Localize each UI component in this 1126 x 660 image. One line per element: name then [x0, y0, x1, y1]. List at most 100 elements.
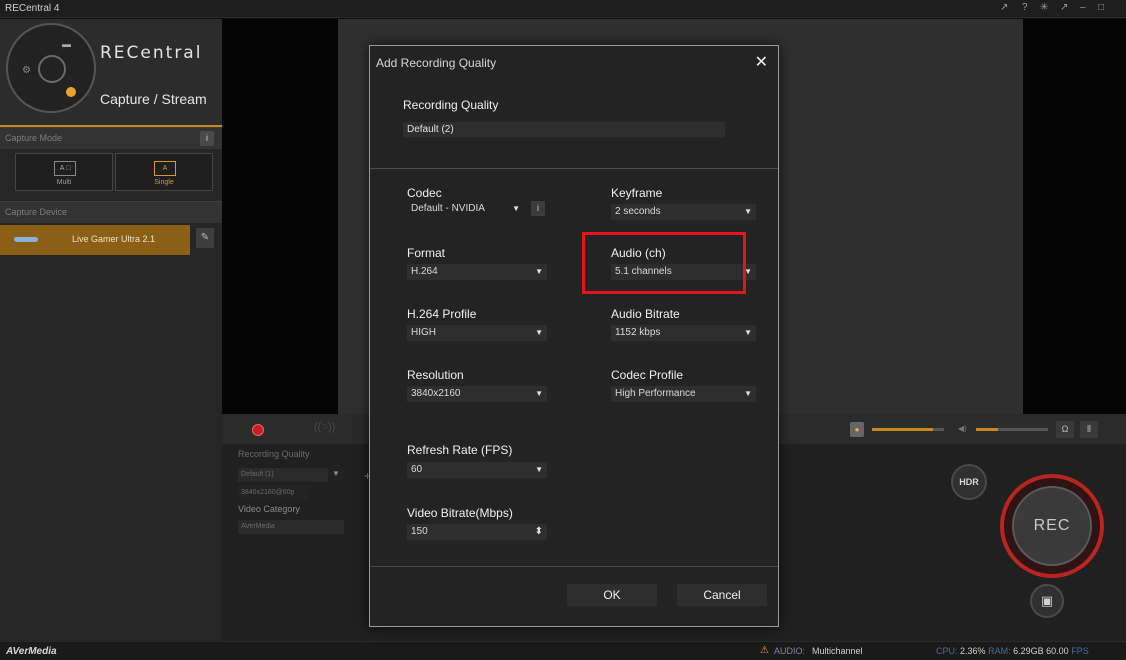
expand-icon[interactable]: ↗ — [1000, 2, 1008, 13]
active-mode-indicator — [66, 87, 76, 97]
video-bitrate-value: 150 — [411, 526, 428, 537]
chevron-down-icon: ▼ — [744, 207, 752, 216]
spinner-icon[interactable]: ⬍ — [535, 524, 543, 540]
fps-value: 60.00 — [1046, 646, 1069, 656]
mode-title: Capture / Stream — [100, 91, 207, 107]
codec-profile-select[interactable]: High Performance ▼ — [611, 386, 756, 402]
refresh-rate-select[interactable]: 60 ▼ — [407, 462, 547, 478]
audio-status-label: AUDIO: — [774, 646, 806, 656]
codec-profile-label: Codec Profile — [611, 368, 684, 382]
video-category-field[interactable]: AVerMedia — [238, 520, 344, 534]
codec-profile-value: High Performance — [615, 388, 696, 399]
minimize-icon[interactable]: – — [1080, 2, 1086, 13]
audio-bitrate-value: 1152 kbps — [615, 327, 661, 338]
mic-volume-slider[interactable] — [872, 428, 944, 431]
keyframe-select[interactable]: 2 seconds ▼ — [611, 204, 756, 220]
headphone-icon[interactable]: Ω — [1056, 421, 1074, 438]
record-button-label: REC — [1012, 486, 1092, 566]
audio-mixer-icon[interactable]: ⫴ — [1080, 421, 1098, 438]
refresh-rate-value: 60 — [411, 464, 423, 475]
pin-icon[interactable]: ✳ — [1040, 2, 1048, 13]
recording-quality-label: Recording Quality — [238, 449, 310, 459]
h264-profile-label: H.264 Profile — [407, 307, 477, 321]
audio-bitrate-select[interactable]: 1152 kbps ▼ — [611, 325, 756, 341]
gear-icon: ⚙ — [22, 65, 31, 76]
resolution-label: Resolution — [407, 368, 464, 382]
stream-tab-icon[interactable]: ((○)) — [314, 421, 335, 433]
window-title: RECentral 4 — [5, 3, 60, 14]
camera-icon[interactable]: ▣ — [1030, 584, 1064, 618]
ram-label: RAM: — [988, 646, 1011, 656]
codec-label: Codec — [407, 186, 442, 200]
divider — [370, 566, 778, 567]
audio-channels-highlight — [582, 232, 746, 294]
cpu-value: 2.36% — [960, 646, 986, 656]
refresh-rate-label: Refresh Rate (FPS) — [407, 443, 513, 457]
h264-profile-select[interactable]: HIGH ▼ — [407, 325, 547, 341]
video-category-label: Video Category — [238, 504, 300, 514]
capture-mode-header: Capture Mode i — [0, 127, 222, 149]
info-button[interactable]: i — [200, 131, 214, 146]
hdr-button[interactable]: HDR — [951, 464, 987, 500]
single-mode-label: Single — [154, 179, 174, 186]
ok-button[interactable]: OK — [567, 584, 657, 606]
microphone-icon[interactable]: ● — [850, 422, 864, 437]
speaker-volume-slider[interactable] — [976, 428, 1048, 431]
help-icon[interactable]: ? — [1022, 2, 1028, 13]
chevron-down-icon: ▼ — [535, 267, 543, 276]
format-label: Format — [407, 246, 446, 260]
chevron-down-icon[interactable]: ▼ — [332, 469, 340, 478]
chevron-down-icon: ▼ — [744, 389, 752, 398]
capture-device-label: Capture Device — [5, 207, 68, 217]
format-value: H.264 — [411, 266, 438, 277]
dialog-title-bar: Add Recording Quality ✕ — [370, 46, 778, 78]
cancel-button[interactable]: Cancel — [677, 584, 767, 606]
capture-mode-label: Capture Mode — [5, 133, 63, 143]
keyframe-label: Keyframe — [611, 186, 663, 200]
audio-status-value: Multichannel — [812, 646, 863, 656]
single-mode-icon: A — [154, 161, 176, 176]
record-tab-icon[interactable] — [252, 424, 264, 436]
sidebar: ▬ ⚙ RECentral Capture / Stream Capture M… — [0, 19, 222, 641]
stream-mode-icon: ▬ — [62, 39, 71, 49]
resolution-value: 3840x2160 — [411, 388, 461, 399]
resolution-select[interactable]: 3840x2160 ▼ — [407, 386, 547, 402]
speaker-volume-fill — [976, 428, 998, 431]
record-button[interactable]: REC — [1000, 474, 1104, 578]
recording-quality-name-label: Recording Quality — [403, 98, 499, 112]
keyframe-value: 2 seconds — [615, 206, 661, 217]
warning-icon: ⚠ — [760, 645, 769, 656]
codec-value: Default - NVIDIA — [411, 203, 485, 214]
quality-detail: 3840x2160@60p — [238, 486, 308, 500]
close-icon[interactable]: ✕ — [755, 52, 768, 72]
dial-center — [38, 55, 66, 83]
format-select[interactable]: H.264 ▼ — [407, 264, 547, 280]
capture-card-icon — [14, 237, 38, 242]
popout-icon[interactable]: ↗ — [1060, 2, 1068, 13]
codec-select[interactable]: Default - NVIDIA ▼ — [407, 201, 524, 217]
multi-mode-label: Multi — [56, 179, 72, 186]
codec-info-button[interactable]: i — [531, 201, 545, 216]
device-name: Live Gamer Ultra 2.1 — [72, 234, 156, 244]
chevron-down-icon: ▼ — [535, 465, 543, 474]
recording-quality-select[interactable]: Default (1) — [238, 468, 328, 482]
chevron-down-icon: ▼ — [744, 328, 752, 337]
multi-mode-button[interactable]: A □ Multi — [15, 153, 113, 191]
divider — [370, 168, 778, 169]
device-item-live-gamer-ultra[interactable]: Live Gamer Ultra 2.1 — [0, 225, 190, 255]
status-bar: AVerMedia ⚠ AUDIO: Multichannel CPU: 2.3… — [0, 641, 1126, 660]
edit-device-button[interactable]: ✎ — [196, 228, 214, 248]
recording-quality-name-input[interactable] — [403, 122, 725, 137]
speaker-icon[interactable]: ◀) — [958, 424, 967, 433]
logo-area: ▬ ⚙ RECentral Capture / Stream — [0, 19, 222, 127]
maximize-icon[interactable]: □ — [1098, 2, 1104, 13]
chevron-down-icon: ▼ — [535, 389, 543, 398]
add-recording-quality-dialog: Add Recording Quality ✕ Recording Qualit… — [369, 45, 779, 627]
chevron-down-icon: ▼ — [512, 204, 520, 213]
mode-dial[interactable]: ▬ ⚙ — [6, 23, 96, 113]
performance-readout: CPU: 2.36% RAM: 6.29GB 60.00 FPS — [936, 646, 1126, 656]
single-mode-button[interactable]: A Single — [115, 153, 213, 191]
capture-device-header: Capture Device — [0, 201, 222, 223]
video-bitrate-input[interactable]: 150 ⬍ — [407, 524, 547, 540]
fps-label: FPS — [1071, 646, 1089, 656]
